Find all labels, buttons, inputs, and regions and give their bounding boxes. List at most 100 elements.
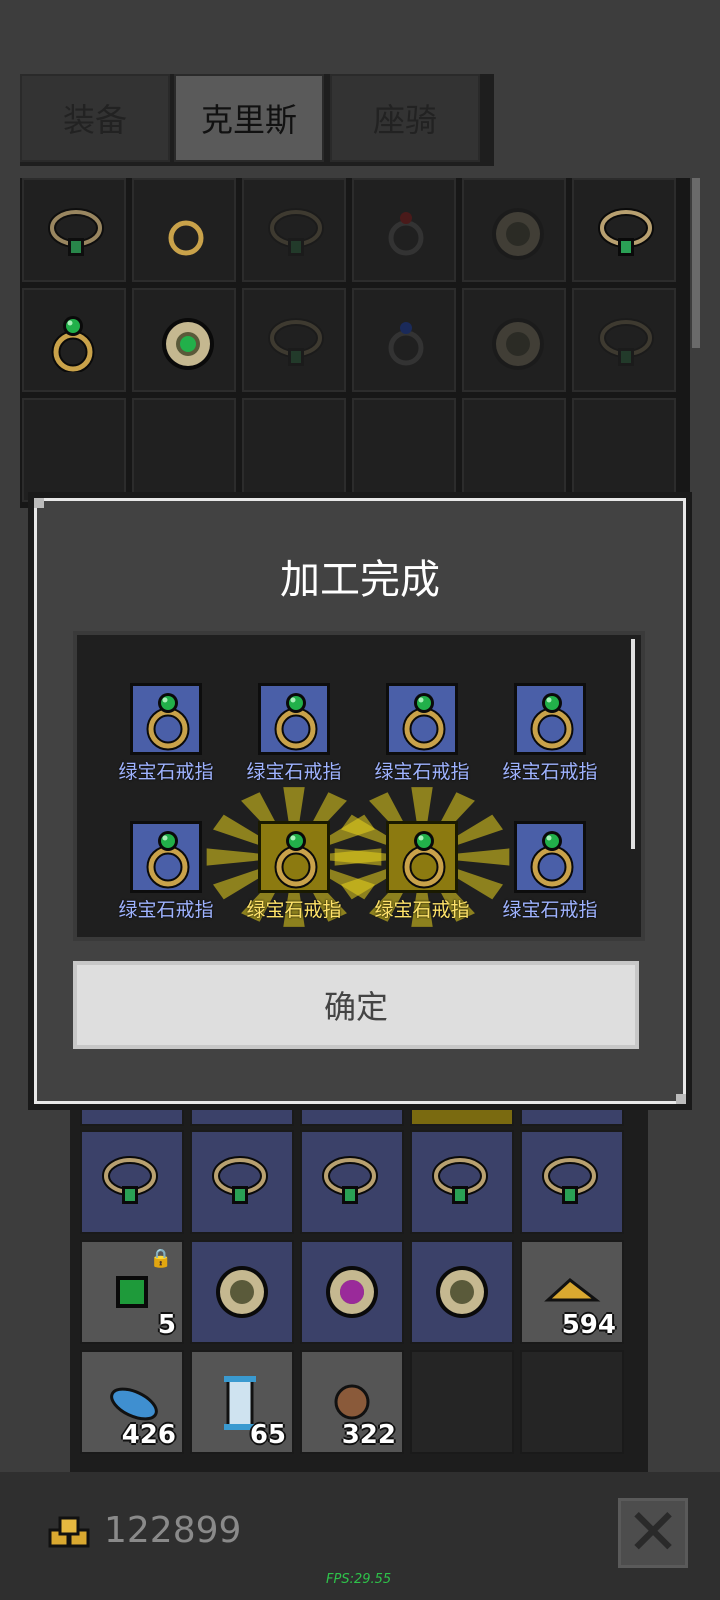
emerald-ring-icon xyxy=(397,689,451,751)
item-name: 绿宝石戒指 xyxy=(374,899,470,921)
inventory-slot-empty[interactable] xyxy=(520,1350,624,1454)
inventory-slot-feather[interactable]: 426 xyxy=(80,1350,184,1454)
recipe-slot[interactable] xyxy=(572,178,676,282)
recipe-slot[interactable] xyxy=(352,398,456,502)
item-count: 5 xyxy=(157,1310,176,1340)
result-item[interactable]: 绿宝石戒指 xyxy=(485,821,615,937)
bracelet-icon xyxy=(436,1266,488,1318)
item-frame xyxy=(130,821,202,893)
locked-bracelet-icon xyxy=(492,318,544,370)
tab-equipment[interactable]: 装备 xyxy=(20,74,170,162)
gold-coins-icon xyxy=(48,1516,90,1548)
tab-bar: 装备 克里斯 座骑 xyxy=(20,74,494,166)
inventory-slot[interactable] xyxy=(300,1130,404,1234)
emerald-bracelet-icon xyxy=(162,318,214,370)
locked-necklace-icon xyxy=(266,312,326,372)
item-frame xyxy=(386,683,458,755)
recipe-slot[interactable] xyxy=(352,288,456,392)
item-frame xyxy=(386,821,458,893)
inventory-slot-ore[interactable]: 322 xyxy=(300,1350,404,1454)
emerald-ring-icon xyxy=(269,689,323,751)
inventory-slot-scroll[interactable]: 65 xyxy=(190,1350,294,1454)
item-frame xyxy=(130,683,202,755)
recipe-slot[interactable] xyxy=(242,288,346,392)
recipe-slot[interactable] xyxy=(242,178,346,282)
gold-amount: 122899 xyxy=(104,1510,242,1551)
inventory-slot[interactable] xyxy=(80,1130,184,1234)
locked-necklace-icon xyxy=(596,312,656,372)
recipe-slot[interactable] xyxy=(22,288,126,392)
inventory-slot[interactable] xyxy=(520,1130,624,1234)
inventory-slot-empty[interactable] xyxy=(410,1350,514,1454)
emerald-gem-icon xyxy=(116,1276,148,1308)
recipe-slot[interactable] xyxy=(572,398,676,502)
emerald-necklace-icon xyxy=(320,1150,384,1214)
item-name: 绿宝石戒指 xyxy=(502,899,598,921)
emerald-ring-icon xyxy=(141,689,195,751)
item-frame xyxy=(258,821,330,893)
recipe-slot[interactable] xyxy=(242,398,346,502)
item-frame xyxy=(514,683,586,755)
craft-complete-dialog: 加工完成 绿宝石戒指 绿宝石戒指 绿宝石戒指 绿宝石戒指 绿宝石戒指 绿宝石戒指… xyxy=(34,498,686,1104)
emerald-ring-icon xyxy=(525,689,579,751)
inventory-slot[interactable] xyxy=(190,1130,294,1234)
item-name: 绿宝石戒指 xyxy=(502,761,598,783)
item-name: 绿宝石戒指 xyxy=(374,761,470,783)
tab-mount[interactable]: 座骑 xyxy=(330,74,480,162)
recipe-slot[interactable] xyxy=(132,178,236,282)
fps-counter: FPS:29.55 xyxy=(326,1572,392,1587)
inventory-slot-gold-ore[interactable]: 594 xyxy=(520,1240,624,1344)
item-frame xyxy=(258,683,330,755)
emerald-ring-icon xyxy=(46,312,106,372)
emerald-ring-icon xyxy=(141,827,195,889)
dialog-title: 加工完成 xyxy=(280,557,440,603)
item-count: 322 xyxy=(341,1420,396,1450)
emerald-ring-icon xyxy=(397,827,451,889)
confirm-button[interactable]: 确定 xyxy=(73,961,639,1049)
ring-icon xyxy=(168,220,204,256)
inventory-slot[interactable] xyxy=(410,1130,514,1234)
item-count: 594 xyxy=(561,1310,616,1340)
close-icon: ✕ xyxy=(626,1496,680,1570)
result-scrollbar[interactable] xyxy=(631,639,635,849)
result-item[interactable]: 绿宝石戒指 xyxy=(334,787,510,937)
emerald-necklace-icon xyxy=(430,1150,494,1214)
recipe-scrollbar[interactable] xyxy=(692,178,700,348)
locked-ring-icon xyxy=(388,322,424,366)
emerald-necklace-icon xyxy=(596,202,656,262)
amethyst-bracelet-icon xyxy=(326,1266,378,1318)
item-name: 绿宝石戒指 xyxy=(118,761,214,783)
inventory-slot[interactable] xyxy=(190,1240,294,1344)
recipe-slot[interactable] xyxy=(462,398,566,502)
locked-ring-icon xyxy=(388,212,424,256)
recipe-slot[interactable] xyxy=(572,288,676,392)
item-count: 65 xyxy=(249,1420,286,1450)
necklace-icon xyxy=(46,202,106,262)
locked-necklace-icon xyxy=(266,202,326,262)
emerald-ring-icon xyxy=(269,827,323,889)
recipe-slot[interactable] xyxy=(22,178,126,282)
inventory-slot[interactable] xyxy=(300,1240,404,1344)
recipe-slot[interactable] xyxy=(462,178,566,282)
bracelet-icon xyxy=(216,1266,268,1318)
emerald-ring-icon xyxy=(525,827,579,889)
emerald-necklace-icon xyxy=(210,1150,274,1214)
item-name: 绿宝石戒指 xyxy=(246,761,342,783)
inventory-slot-emerald[interactable]: 🔒 5 xyxy=(80,1240,184,1344)
inventory-grid: 🔒 5 594 426 65 322 xyxy=(70,1080,648,1482)
emerald-necklace-icon xyxy=(100,1150,164,1214)
item-frame xyxy=(514,821,586,893)
recipe-grid xyxy=(20,178,690,508)
item-count: 426 xyxy=(121,1420,176,1450)
recipe-slot[interactable] xyxy=(462,288,566,392)
emerald-necklace-icon xyxy=(540,1150,604,1214)
inventory-slot[interactable] xyxy=(410,1240,514,1344)
locked-bracelet-icon xyxy=(492,208,544,260)
recipe-slot[interactable] xyxy=(352,178,456,282)
recipe-slot[interactable] xyxy=(132,398,236,502)
recipe-slot[interactable] xyxy=(132,288,236,392)
tab-chris[interactable]: 克里斯 xyxy=(174,74,324,162)
result-list: 绿宝石戒指 绿宝石戒指 绿宝石戒指 绿宝石戒指 绿宝石戒指 绿宝石戒指 绿宝石戒… xyxy=(73,631,645,941)
recipe-slot[interactable] xyxy=(22,398,126,502)
close-button[interactable]: ✕ xyxy=(618,1498,688,1568)
